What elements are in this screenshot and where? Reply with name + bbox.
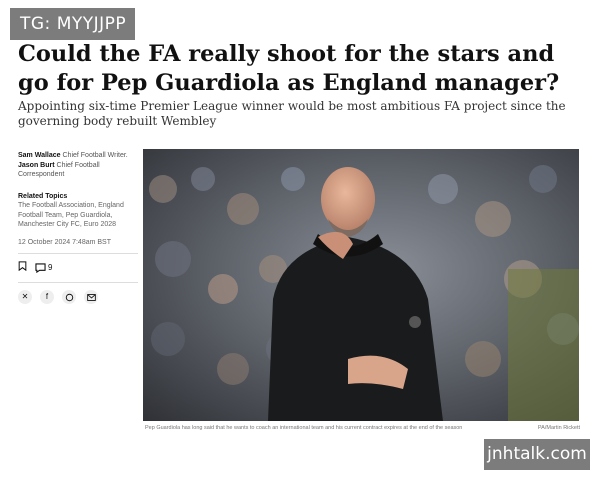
author-line: Jason Burt Chief Football Correspondent xyxy=(18,161,138,180)
whatsapp-icon[interactable] xyxy=(62,290,76,304)
comment-icon xyxy=(35,263,46,273)
related-topics-heading: Related Topics xyxy=(18,192,68,200)
divider xyxy=(18,282,138,283)
share-row: ✕ f xyxy=(18,289,138,305)
article-standfirst: Appointing six-time Premier League winne… xyxy=(18,99,566,128)
watermark-text: jnhtalk.com xyxy=(487,444,587,464)
photo-credit: PA/Martin Rickett xyxy=(537,425,580,431)
facebook-icon[interactable]: f xyxy=(40,290,54,304)
comments-button[interactable]: 9 xyxy=(35,263,52,273)
author-line: Sam Wallace Chief Football Writer. xyxy=(18,151,138,161)
watermark-badge-bottom: jnhtalk.com xyxy=(484,439,590,470)
divider xyxy=(18,253,138,254)
author-name-link[interactable]: Jason Burt xyxy=(18,162,55,169)
article-sidebar: Sam Wallace Chief Football Writer. Jason… xyxy=(18,151,138,305)
photo-caption: Pep Guardiola has long said that he want… xyxy=(145,425,463,431)
bookmark-icon[interactable] xyxy=(18,261,27,275)
related-topics-links[interactable]: The Football Association, England Footba… xyxy=(18,201,138,230)
badge-text: TG: MYYJJPP xyxy=(20,14,127,34)
photo-illustration xyxy=(143,149,579,421)
article-photo xyxy=(143,149,579,421)
author-name-link[interactable]: Sam Wallace xyxy=(18,152,61,159)
photo-caption-row: Pep Guardiola has long said that he want… xyxy=(145,424,580,432)
author-role: Chief Football Writer. xyxy=(62,152,128,159)
article-actions: 9 xyxy=(18,260,138,276)
email-icon[interactable] xyxy=(84,290,98,304)
x-icon[interactable]: ✕ xyxy=(18,290,32,304)
publish-date: 12 October 2024 7:48am BST xyxy=(18,238,111,246)
watermark-badge-top: TG: MYYJJPP xyxy=(10,8,135,40)
article-headline: Could the FA really shoot for the stars … xyxy=(18,41,560,96)
comment-count: 9 xyxy=(48,263,53,273)
